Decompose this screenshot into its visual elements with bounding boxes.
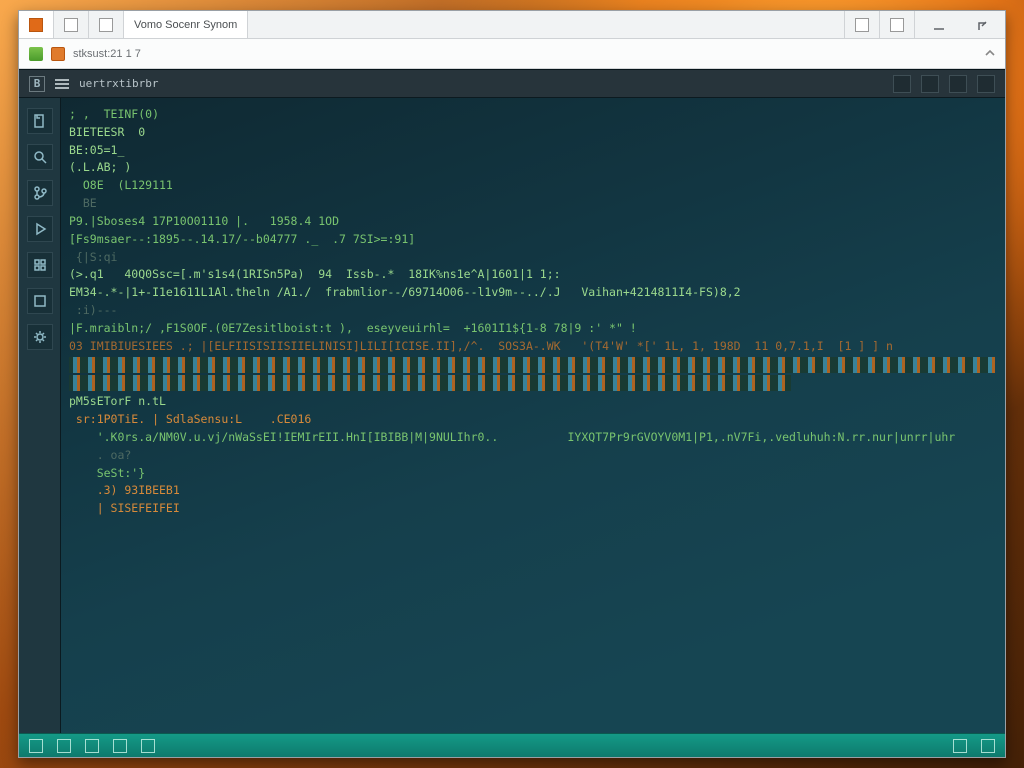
tab-aux-1[interactable]: [844, 11, 880, 38]
editor: B uertrxtibrbr ; , TEINF(0) BIETEESR 0 B…: [19, 69, 1005, 757]
code-line: P9.|Sboses4 17P10O01110 |. 1958.4 1OD: [69, 214, 339, 228]
editor-tab-label[interactable]: uertrxtibrbr: [79, 77, 158, 90]
code-line: .3) 93IBEEB1: [69, 483, 180, 497]
logo-badge-icon: B: [29, 76, 45, 92]
status-icon[interactable]: [113, 739, 127, 753]
titlebar: Vomo Socenr Synom: [19, 11, 1005, 39]
file-icon: [51, 47, 65, 61]
code-line: ; , TEINF(0): [69, 107, 159, 121]
activity-debug-button[interactable]: [27, 216, 53, 242]
code-line: EM34-.*-|1+-I1e1611L1Al.theln /A1./ frab…: [69, 285, 741, 299]
window-title: Vomo Socenr Synom: [134, 19, 237, 31]
favicon-icon: [29, 47, 43, 61]
editor-tabbar: B uertrxtibrbr: [19, 70, 1005, 98]
maximize-button[interactable]: [967, 11, 995, 38]
code-line: SeSt:'}: [69, 466, 145, 480]
blank-tab-icon: [99, 18, 113, 32]
app-icon: [29, 18, 43, 32]
status-right-icon[interactable]: [953, 739, 967, 753]
hamburger-menu-icon[interactable]: [55, 79, 69, 89]
code-line: BIETEESR 0: [69, 125, 145, 139]
activity-search-button[interactable]: [27, 144, 53, 170]
address-bar: stksust:21 1 7: [19, 39, 1005, 69]
tab-aux-2[interactable]: [880, 11, 915, 38]
status-icon[interactable]: [57, 739, 71, 753]
code-line: sr:1P0TiE. | SdlaSensu:L .CE016: [69, 412, 311, 426]
binary-stripe: [69, 375, 791, 391]
square-icon: [890, 18, 904, 32]
toolbar-panel-button[interactable]: [893, 75, 911, 93]
activity-branch-button[interactable]: [27, 180, 53, 206]
minimize-button[interactable]: [925, 11, 953, 38]
code-pre: ; , TEINF(0) BIETEESR 0 BE:05=1_ (.L.AB;…: [69, 106, 995, 518]
app-window: Vomo Socenr Synom stksust:21 1 7: [18, 10, 1006, 758]
code-line: '.K0rs.a/NM0V.u.vj/nWaSsEI!IEMIrEII.HnI[…: [69, 430, 955, 444]
code-line: [Fs9msaer--:1895--.14.17/--b04777 ._ .7 …: [69, 232, 415, 246]
code-line: {|S:qi: [69, 250, 117, 264]
titlebar-spacer: [248, 11, 844, 38]
toolbar-split-button[interactable]: [921, 75, 939, 93]
activity-files-button[interactable]: [27, 108, 53, 134]
activity-ext-button[interactable]: [27, 252, 53, 278]
code-line: BE:05=1_: [69, 143, 124, 157]
tab-new-2[interactable]: [89, 11, 124, 38]
code-line: pM5sETorF n.tL: [69, 394, 166, 408]
code-line: :i)---: [69, 303, 117, 317]
status-icon[interactable]: [29, 739, 43, 753]
activity-grid-button[interactable]: [27, 288, 53, 314]
code-line: 03 IMIBIUESIEES .; |[ELFIISISIISIIELINIS…: [69, 339, 893, 353]
code-line: . oa?: [69, 448, 131, 462]
tab-app-icon[interactable]: [19, 11, 54, 38]
code-line: (.L.AB; ): [69, 160, 131, 174]
code-line: BE: [69, 196, 97, 210]
status-icon[interactable]: [85, 739, 99, 753]
status-bar: [19, 733, 1005, 757]
address-path: stksust:21 1 7: [73, 48, 141, 60]
address-dropdown[interactable]: [981, 39, 995, 69]
binary-stripe: [69, 357, 995, 373]
activity-settings-button[interactable]: [27, 324, 53, 350]
code-line: | SISEFEIFEI: [69, 501, 180, 515]
tab-title[interactable]: Vomo Socenr Synom: [124, 11, 248, 38]
code-line: (>.q1 40Q0Ssc=[.m's1s4(1RISn5Pa) 94 Issb…: [69, 267, 561, 281]
blank-tab-icon: [64, 18, 78, 32]
toolbar-more-button[interactable]: [949, 75, 967, 93]
status-right-icon[interactable]: [981, 739, 995, 753]
code-line: |F.mraibln;/ ,F1S0OF.(0E7Zesitlboist:t )…: [69, 321, 637, 335]
tab-new[interactable]: [54, 11, 89, 38]
code-area[interactable]: ; , TEINF(0) BIETEESR 0 BE:05=1_ (.L.AB;…: [61, 98, 1005, 733]
toolbar-menu-button[interactable]: [977, 75, 995, 93]
window-controls: [915, 11, 1005, 38]
status-icon[interactable]: [141, 739, 155, 753]
activity-bar: [19, 98, 61, 733]
code-line: O8E (L129111: [69, 178, 173, 192]
editor-body: ; , TEINF(0) BIETEESR 0 BE:05=1_ (.L.AB;…: [19, 98, 1005, 733]
square-icon: [855, 18, 869, 32]
